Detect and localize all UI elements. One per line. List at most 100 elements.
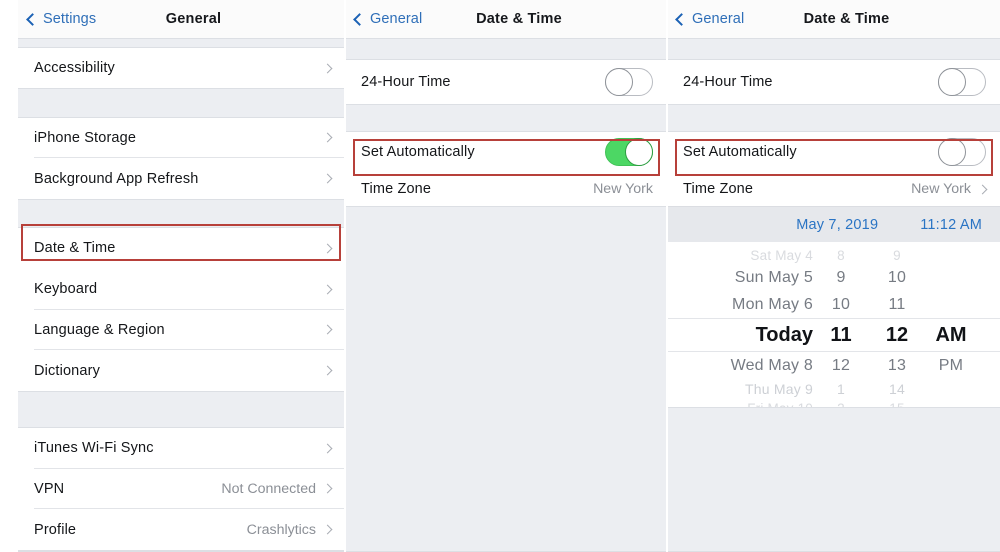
row-24-hour-time[interactable]: 24-Hour Time [345, 60, 667, 104]
picker-hour-cell: 12 [831, 356, 851, 374]
chevron-right-icon [322, 524, 333, 535]
section-gap [345, 38, 667, 60]
datetime-summary-bar[interactable]: May 7, 2019 11:12 AM [667, 206, 1000, 242]
toggle-set-automatically[interactable] [605, 138, 653, 166]
sidebar-item-date-and-time[interactable]: Date & Time [18, 228, 345, 269]
picker-row[interactable]: Wed May 8 12 13 PM [667, 352, 1000, 379]
toggle-24-hour-time[interactable] [605, 68, 653, 96]
row-value: New York [593, 181, 653, 197]
picker-minute-cell: 15 [869, 401, 925, 408]
picker-hour-cell: 11 [830, 323, 852, 346]
section-gap [18, 199, 345, 229]
section-gap [667, 104, 1000, 132]
row-time-zone[interactable]: Time Zone New York [345, 172, 667, 206]
chevron-left-icon [675, 13, 688, 26]
section-gap [18, 38, 345, 48]
picker-date-cell: Sun May 5 [734, 268, 813, 286]
sidebar-item-language-and-region[interactable]: Language & Region [18, 309, 345, 351]
navbar-date-time: General Date & Time [345, 0, 667, 38]
row-24-hour-time[interactable]: 24-Hour Time [667, 60, 1000, 104]
back-button-label: General [692, 11, 745, 27]
screenshot-root: seis Settings General Accessibility [0, 0, 1000, 552]
section-gap [667, 407, 1000, 552]
row-value: Not Connected [221, 480, 316, 497]
panel-divider [666, 0, 668, 552]
back-button-settings[interactable]: Settings [18, 11, 96, 27]
sidebar-item-keyboard[interactable]: Keyboard [18, 268, 345, 310]
selected-time-label: 11:12 AM [920, 216, 982, 233]
chevron-right-icon [322, 63, 333, 74]
panel-general-settings: Settings General Accessibility iPhone St… [0, 0, 345, 552]
picker-row-selected[interactable]: Today 11 12 AM [667, 318, 1000, 352]
picker-meridiem-cell: AM [935, 323, 967, 346]
row-label: Accessibility [34, 60, 115, 77]
sidebar-item-background-app-refresh[interactable]: Background App Refresh [18, 158, 345, 199]
picker-minute-cell: 13 [887, 356, 907, 374]
chevron-right-icon [322, 284, 333, 295]
panel-divider [344, 0, 346, 552]
section-gap [18, 390, 345, 428]
section-gap [345, 206, 667, 552]
row-label: iPhone Storage [34, 129, 137, 146]
row-label: Background App Refresh [34, 170, 199, 187]
datetime-picker[interactable]: Sat May 4 8 9 Sun May 5 9 10 Mon May 6 1… [667, 242, 1000, 407]
row-set-automatically[interactable]: Set Automatically [667, 132, 1000, 172]
picker-hour-cell: 9 [836, 268, 846, 286]
toggle-24-hour-time[interactable] [938, 68, 986, 96]
picker-meridiem-cell: PM [938, 356, 964, 374]
chevron-right-icon [322, 132, 333, 143]
picker-minute-cell: 12 [885, 323, 909, 346]
sidebar-item-itunes-wifi-sync[interactable]: iTunes Wi-Fi Sync [18, 427, 345, 469]
back-button-general[interactable]: General [667, 11, 744, 27]
sidebar-item-profile[interactable]: Profile Crashlytics [18, 509, 345, 550]
picker-hour-cell: 8 [837, 247, 845, 263]
panel-date-time-auto-off: General Date & Time 24-Hour Time Set Aut… [667, 0, 1000, 552]
picker-date-cell: Wed May 8 [730, 356, 813, 374]
picker-date-cell: Mon May 6 [732, 295, 813, 313]
row-label: Set Automatically [683, 144, 797, 160]
row-set-automatically[interactable]: Set Automatically [345, 132, 667, 172]
picker-row[interactable]: Fri May 10 2 15 [667, 399, 1000, 408]
row-time-zone[interactable]: Time Zone New York [667, 172, 1000, 206]
toggle-set-automatically[interactable] [938, 138, 986, 166]
picker-row[interactable]: Sat May 4 8 9 [667, 246, 1000, 264]
picker-minute-cell: 14 [889, 381, 905, 397]
row-label: Dictionary [34, 362, 100, 379]
sidebar-item-vpn[interactable]: VPN Not Connected [18, 468, 345, 510]
picker-minute-cell: 10 [887, 268, 907, 286]
back-button-general[interactable]: General [345, 11, 422, 27]
row-label: iTunes Wi-Fi Sync [34, 440, 154, 457]
picker-row[interactable]: Thu May 9 1 14 [667, 379, 1000, 399]
row-label: Profile [34, 521, 77, 538]
chevron-right-icon [322, 365, 333, 376]
back-button-label: Settings [43, 11, 97, 27]
picker-hour-cell: 1 [837, 381, 845, 397]
sidebar-item-dictionary[interactable]: Dictionary [18, 350, 345, 391]
picker-row[interactable]: Mon May 6 10 11 [667, 291, 1000, 318]
picker-date-cell: Today [755, 323, 813, 346]
row-label: Keyboard [34, 281, 98, 298]
chevron-right-icon [322, 324, 333, 335]
section-gap [345, 104, 667, 132]
sidebar-item-accessibility[interactable]: Accessibility [18, 47, 345, 89]
chevron-right-icon [322, 443, 333, 454]
picker-date-cell: Fri May 10 [685, 401, 813, 408]
row-label: Time Zone [683, 181, 754, 197]
picker-date-cell: Thu May 9 [745, 381, 813, 397]
row-label: Language & Region [34, 321, 165, 338]
chevron-right-icon [322, 173, 333, 184]
picker-hour-cell: 10 [831, 295, 851, 313]
row-label: 24-Hour Time [361, 74, 451, 90]
navbar-general: Settings General [18, 0, 345, 38]
sidebar-item-iphone-storage[interactable]: iPhone Storage [18, 117, 345, 159]
picker-minute-cell: 9 [893, 247, 901, 263]
row-label: Set Automatically [361, 144, 475, 160]
date-time-list: 24-Hour Time Set Automatically Time Zone [345, 38, 667, 552]
panel-date-time-auto-on: General Date & Time 24-Hour Time Set Aut… [345, 0, 667, 552]
row-label: 24-Hour Time [683, 74, 773, 90]
back-button-label: General [370, 11, 423, 27]
row-label: VPN [34, 480, 65, 497]
picker-minute-cell: 11 [888, 295, 906, 313]
picker-row[interactable]: Sun May 5 9 10 [667, 264, 1000, 291]
chevron-left-icon [26, 13, 39, 26]
